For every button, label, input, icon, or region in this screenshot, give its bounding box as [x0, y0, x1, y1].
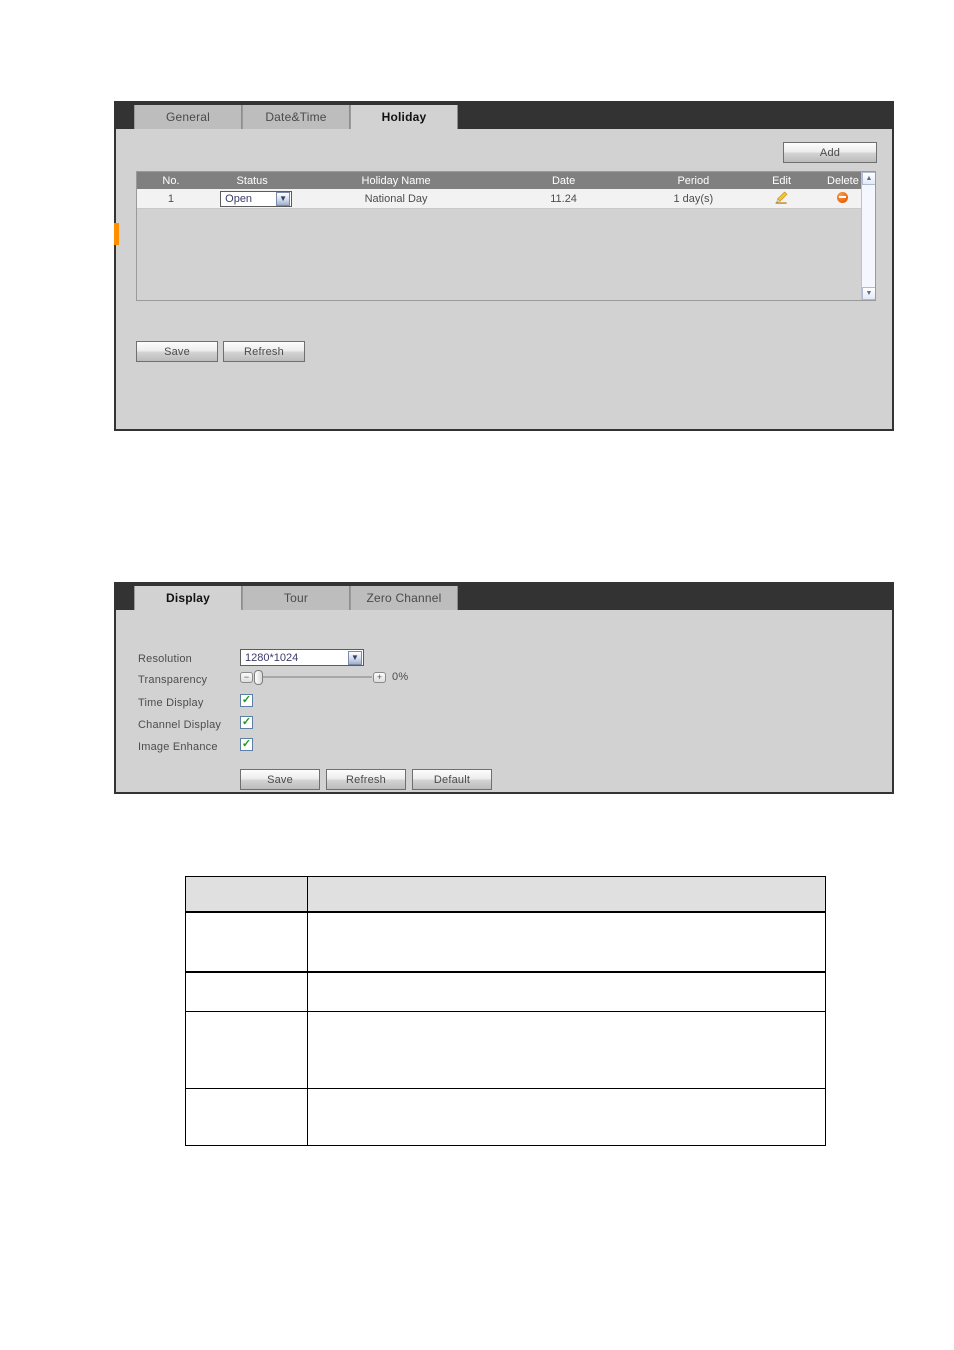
- cell-holiday-name: National Day: [364, 192, 428, 205]
- holiday-table: No. Status Holiday Name Date Period Edit…: [136, 171, 876, 301]
- tab-holiday[interactable]: Holiday: [350, 105, 458, 129]
- holiday-table-header: No. Status Holiday Name Date Period Edit…: [137, 172, 875, 189]
- transparency-label: Transparency: [138, 674, 208, 686]
- save-button[interactable]: Save: [136, 341, 218, 362]
- status-select-value: Open: [225, 192, 253, 205]
- cell-period: 1 day(s): [673, 192, 714, 205]
- table-row: [185, 1011, 826, 1089]
- image-enhance-label: Image Enhance: [138, 741, 218, 753]
- parameter-description-table: [185, 876, 826, 1146]
- pencil-icon[interactable]: [775, 191, 788, 204]
- channel-display-checkbox[interactable]: ✓: [240, 716, 253, 729]
- col-header-edit: Edit: [772, 174, 792, 187]
- header-cell-function: [307, 876, 826, 913]
- scroll-down-icon[interactable]: ▼: [862, 287, 875, 300]
- cell-function: [307, 1088, 826, 1146]
- cell-function: [307, 971, 826, 1012]
- table-row: [185, 1088, 826, 1146]
- display-tabbar: Display Tour Zero Channel: [116, 584, 892, 610]
- transparency-value: 0%: [392, 671, 409, 683]
- tab-tour[interactable]: Tour: [242, 586, 350, 610]
- tab-display[interactable]: Display: [134, 586, 242, 610]
- chevron-down-icon[interactable]: ▼: [276, 191, 291, 206]
- display-panel-body: Resolution 1280*1024 ▼ Transparency − + …: [116, 610, 892, 792]
- refresh-button[interactable]: Refresh: [223, 341, 305, 362]
- col-header-holiday-name: Holiday Name: [361, 174, 431, 187]
- holiday-panel-body: Add No. Status Holiday Name Date Period …: [114, 129, 892, 429]
- refresh-button[interactable]: Refresh: [326, 769, 406, 790]
- holiday-settings-panel: General Date&Time Holiday Add No. Status…: [114, 101, 894, 431]
- slider-thumb[interactable]: [254, 670, 263, 685]
- col-header-no: No.: [162, 174, 180, 187]
- col-header-status: Status: [236, 174, 268, 187]
- cell-parameter: [185, 911, 308, 973]
- resolution-label: Resolution: [138, 653, 192, 665]
- save-button[interactable]: Save: [240, 769, 320, 790]
- minus-icon[interactable]: −: [240, 671, 253, 683]
- time-display-label: Time Display: [138, 697, 204, 709]
- cell-function: [307, 1011, 826, 1089]
- default-button[interactable]: Default: [412, 769, 492, 790]
- image-enhance-checkbox[interactable]: ✓: [240, 738, 253, 751]
- table-scrollbar[interactable]: ▲ ▼: [861, 172, 875, 300]
- holiday-tabbar: General Date&Time Holiday: [116, 103, 892, 129]
- table-header-row: [185, 876, 826, 913]
- table-row[interactable]: 1 Open ▼ National Day 11.24 1 day(s): [137, 189, 875, 209]
- cell-parameter: [185, 1088, 308, 1146]
- add-button[interactable]: Add: [783, 142, 877, 163]
- time-display-checkbox[interactable]: ✓: [240, 694, 253, 707]
- cell-no: 1: [167, 192, 175, 205]
- status-select[interactable]: Open ▼: [220, 190, 293, 207]
- transparency-slider[interactable]: − + 0%: [240, 670, 409, 685]
- resolution-select[interactable]: 1280*1024 ▼: [240, 649, 364, 666]
- table-row: [185, 971, 826, 1012]
- slider-track[interactable]: [254, 670, 372, 685]
- cell-date: 11.24: [550, 192, 577, 205]
- display-settings-panel: Display Tour Zero Channel Resolution 128…: [114, 582, 894, 794]
- chevron-down-icon[interactable]: ▼: [348, 650, 362, 665]
- tab-general[interactable]: General: [134, 105, 242, 129]
- plus-icon[interactable]: +: [373, 671, 386, 683]
- header-cell-parameter: [185, 876, 308, 913]
- cell-status: Open ▼: [205, 190, 299, 207]
- left-edge-marker: [114, 223, 119, 245]
- channel-display-label: Channel Display: [138, 719, 222, 731]
- cell-edit: [752, 191, 811, 207]
- tab-date-time[interactable]: Date&Time: [242, 105, 350, 129]
- tab-zero-channel[interactable]: Zero Channel: [350, 586, 458, 610]
- col-header-date: Date: [551, 174, 576, 187]
- cell-parameter: [185, 1011, 308, 1089]
- resolution-select-value: 1280*1024: [245, 651, 299, 664]
- table-row: [185, 911, 826, 973]
- minus-circle-icon[interactable]: [837, 191, 849, 203]
- col-header-period: Period: [677, 174, 710, 187]
- scroll-up-icon[interactable]: ▲: [862, 172, 875, 185]
- cell-parameter: [185, 971, 308, 1012]
- cell-function: [307, 911, 826, 973]
